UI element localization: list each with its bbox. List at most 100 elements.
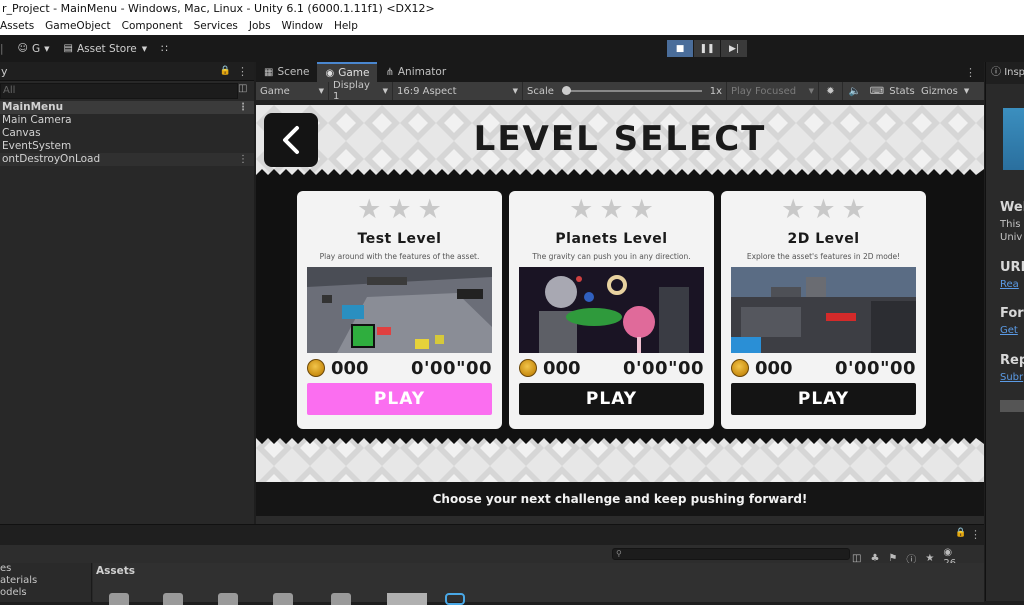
folder-item[interactable]: odels bbox=[0, 587, 91, 599]
forum-link[interactable]: Get bbox=[1000, 325, 1018, 336]
scene-row[interactable]: MainMenu ⋮ bbox=[0, 101, 254, 114]
project-folder-tree: es aterials odels bbox=[0, 563, 92, 602]
best-time: 0'00"00 bbox=[834, 357, 916, 379]
menu-window[interactable]: Window bbox=[282, 18, 323, 35]
gamepad-icon: ◉ bbox=[325, 67, 335, 79]
menu-jobs[interactable]: Jobs bbox=[249, 18, 271, 35]
menu-services[interactable]: Services bbox=[194, 18, 238, 35]
hierarchy-search-input[interactable]: All bbox=[0, 83, 238, 99]
kebab-menu-icon[interactable]: ⋮ bbox=[238, 153, 248, 166]
play-button[interactable]: ■ bbox=[667, 40, 693, 57]
tab-scene[interactable]: ▦ Scene bbox=[256, 62, 317, 82]
kebab-menu-icon[interactable]: ⋮ bbox=[970, 528, 981, 541]
level-card-planets: ★ ★ ★ Planets Level The gravity can push y… bbox=[509, 191, 714, 429]
version-control-button[interactable]: ∷ bbox=[161, 43, 168, 55]
coin-icon bbox=[731, 359, 749, 377]
shortcuts-button[interactable]: ⌨ bbox=[867, 82, 887, 100]
package-preview-image bbox=[1003, 108, 1024, 170]
ddol-scene-row[interactable]: ontDestroyOnLoad ⋮ bbox=[0, 153, 254, 166]
search-options-icon[interactable]: ◫ bbox=[238, 83, 247, 94]
menu-help[interactable]: Help bbox=[334, 18, 358, 35]
prefab-asset-icon[interactable] bbox=[445, 593, 465, 605]
folder-icon[interactable] bbox=[163, 593, 183, 605]
project-search-row: ⚲ ◫ ♣ ⚑ ⓘ ★ ◉ 26 bbox=[0, 545, 984, 569]
star-icon: ★ bbox=[811, 194, 836, 225]
menu-gameobject[interactable]: GameObject bbox=[45, 18, 110, 35]
shopping-bag-icon: ▤ bbox=[63, 43, 73, 54]
folder-icon[interactable] bbox=[218, 593, 238, 605]
hierarchy-item-canvas[interactable]: Canvas bbox=[0, 127, 254, 140]
folder-icon[interactable] bbox=[331, 593, 351, 605]
asset-store-button[interactable]: ▤ Asset Store ▼ bbox=[64, 43, 148, 55]
project-search-input[interactable]: ⚲ bbox=[612, 548, 850, 560]
chevron-down-icon: ▼ bbox=[318, 87, 324, 95]
star-icon: ★ bbox=[629, 194, 654, 225]
project-assets-view: Assets bbox=[93, 563, 984, 605]
level-name: Test Level bbox=[357, 231, 442, 247]
urp-link[interactable]: Rea bbox=[1000, 279, 1019, 290]
folder-item[interactable]: es bbox=[0, 563, 91, 575]
lock-icon[interactable]: 🔒 bbox=[220, 66, 231, 76]
model-asset-icon[interactable] bbox=[387, 593, 427, 605]
inspector-button[interactable] bbox=[1000, 400, 1024, 412]
account-dropdown[interactable]: ☺ G ▼ bbox=[18, 43, 50, 55]
play-test-level-button[interactable]: PLAY bbox=[307, 383, 492, 415]
ddol-name: ontDestroyOnLoad bbox=[2, 153, 101, 165]
report-link[interactable]: Subr bbox=[1000, 372, 1023, 383]
chevron-down-icon: ▼ bbox=[141, 44, 148, 53]
forum-heading: Foru bbox=[1000, 306, 1024, 321]
2d-level-image bbox=[731, 267, 916, 353]
play-2d-level-button[interactable]: PLAY bbox=[731, 383, 916, 415]
horizontal-scrollbar[interactable] bbox=[256, 516, 984, 524]
play-focused-dropdown[interactable]: Play Focused ▼ bbox=[727, 82, 819, 100]
folder-icon[interactable] bbox=[109, 593, 129, 605]
inspector-tab[interactable]: ⓘ Insp bbox=[986, 62, 1024, 84]
hierarchy-item-eventsystem[interactable]: EventSystem bbox=[0, 140, 254, 153]
account-label: G bbox=[31, 42, 41, 55]
game-mode-dropdown[interactable]: Game ▼ bbox=[256, 82, 329, 100]
filter-icon[interactable]: ◫ bbox=[852, 553, 861, 564]
toolbar-separator: | bbox=[0, 42, 4, 55]
game-toolbar: Game ▼ Display 1 ▼ 16:9 Aspect ▼ Scale 1x P… bbox=[256, 80, 984, 102]
star-icon: ★ bbox=[417, 194, 442, 225]
footer-band bbox=[256, 430, 984, 482]
game-viewport[interactable]: LEVEL SELECT ★ ★ ★ Test Level Play around … bbox=[256, 105, 984, 516]
tab-animator[interactable]: ⋔ Animator bbox=[377, 62, 454, 82]
favorite-icon[interactable]: ★ bbox=[925, 553, 934, 564]
scale-handle[interactable] bbox=[561, 86, 571, 95]
welcome-heading: Wel bbox=[1000, 200, 1024, 215]
mute-button[interactable]: 🔈 bbox=[843, 82, 867, 100]
stats-button[interactable]: Stats bbox=[887, 82, 917, 100]
assets-breadcrumb[interactable]: Assets bbox=[96, 565, 135, 577]
dropdown-value: Display 1 bbox=[333, 80, 370, 102]
kebab-menu-icon[interactable]: ⋮ bbox=[965, 66, 976, 79]
inspector-tab-label: Insp bbox=[1004, 67, 1024, 78]
menu-assets[interactable]: Assets bbox=[0, 18, 34, 35]
coin-icon bbox=[519, 359, 537, 377]
step-button[interactable]: ▶| bbox=[721, 40, 747, 57]
play-planets-level-button[interactable]: PLAY bbox=[519, 383, 704, 415]
level-stats: 000 0'00"00 bbox=[519, 358, 704, 379]
display-dropdown[interactable]: Display 1 ▼ bbox=[329, 80, 393, 102]
asset-store-label: Asset Store bbox=[76, 42, 137, 55]
hierarchy-item-main-camera[interactable]: Main Camera bbox=[0, 114, 254, 127]
star-icon: ★ bbox=[841, 194, 866, 225]
scale-slider[interactable]: Scale 1x bbox=[523, 82, 727, 100]
kebab-menu-icon[interactable]: ⋮ bbox=[238, 101, 248, 114]
kebab-menu-icon[interactable]: ⋮ bbox=[237, 65, 248, 78]
chevron-down-icon: ▼ bbox=[382, 87, 388, 95]
folder-icon[interactable] bbox=[273, 593, 293, 605]
folder-item[interactable]: aterials bbox=[0, 575, 91, 587]
bug-button[interactable]: ✹ bbox=[819, 82, 843, 100]
menu-component[interactable]: Component bbox=[122, 18, 183, 35]
level-description: The gravity can push you in any directio… bbox=[532, 252, 691, 261]
gizmos-dropdown[interactable]: Gizmos ▼ bbox=[917, 82, 972, 100]
pause-button[interactable]: ❚❚ bbox=[694, 40, 720, 57]
type-filter-icon[interactable]: ♣ bbox=[870, 553, 879, 564]
hierarchy-tab[interactable]: y 🔒 ⋮ bbox=[0, 62, 254, 81]
chevron-down-icon: ▼ bbox=[808, 87, 814, 95]
tab-game[interactable]: ◉ Game bbox=[317, 62, 378, 82]
aspect-dropdown[interactable]: 16:9 Aspect ▼ bbox=[393, 82, 523, 100]
label-icon[interactable]: ⚑ bbox=[888, 553, 897, 564]
lock-icon[interactable]: 🔒 bbox=[955, 528, 966, 538]
